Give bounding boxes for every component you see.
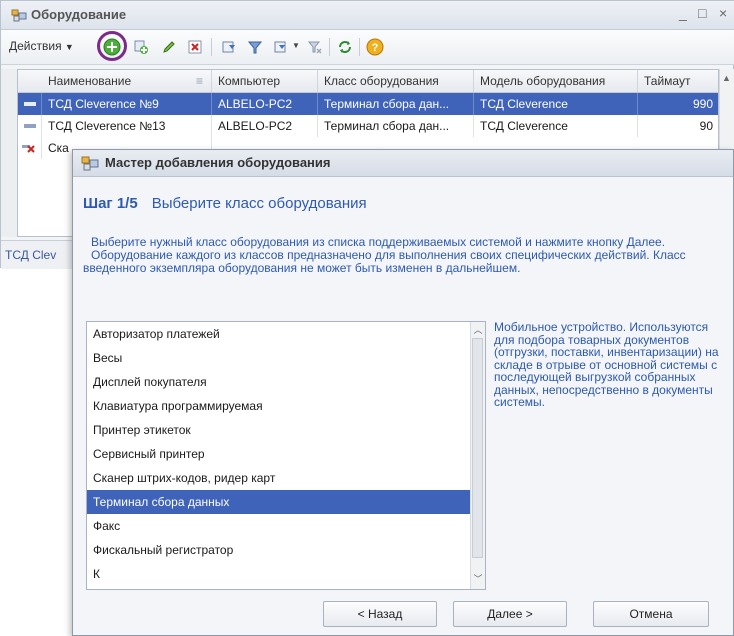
add-button[interactable] [102, 37, 122, 57]
scroll-up-icon: ▲ [722, 73, 731, 83]
step-label: Шаг 1/5 [83, 195, 138, 212]
toolbar-separator [211, 38, 212, 56]
marked-deletion-icon [22, 145, 35, 153]
equipment-class-list[interactable]: Авторизатор платежей Весы Дисплей покупа… [86, 321, 486, 590]
step-header: Шаг 1/5 Выберите класс оборудования [83, 195, 367, 212]
table-header: Наименование ≡ Компьютер Класс оборудован… [18, 70, 718, 93]
help-icon: ? [366, 38, 384, 56]
column-header-computer[interactable]: Компьютер [212, 70, 318, 92]
sort-icon: ≡ [195, 74, 203, 88]
class-description: Мобильное устройство. Используются для п… [494, 320, 719, 409]
filter-icon [222, 41, 235, 53]
row-state-cell [18, 115, 42, 137]
filter-dropdown-icon [274, 41, 286, 53]
cell-class: Терминал сбора дан... [318, 115, 474, 137]
list-item[interactable]: Сервисный принтер [87, 442, 471, 466]
cell-name: ТСД Cleverence №9 [42, 93, 212, 115]
filter-button[interactable] [219, 37, 239, 57]
copy-add-icon [134, 40, 148, 54]
column-header-class[interactable]: Класс оборудования [318, 70, 474, 92]
scroll-up-icon[interactable]: ︿ [473, 325, 483, 335]
dialog-title: Мастер добавления оборудования [105, 155, 331, 170]
row-marker-column [1, 69, 18, 237]
table-row[interactable]: ТСД Cleverence №13 ALBELO-PC2 Терминал с… [18, 115, 718, 137]
dialog-titlebar: Мастер добавления оборудования [73, 150, 733, 177]
column-header-name[interactable]: Наименование ≡ [42, 70, 212, 92]
close-button[interactable]: × [719, 5, 727, 21]
help-button[interactable]: ? [365, 37, 385, 57]
list-item[interactable]: Авторизатор платежей [87, 322, 471, 346]
column-header-timeout[interactable]: Таймаут [638, 70, 718, 92]
list-item[interactable]: Дисплей покупателя [87, 370, 471, 394]
scroll-down-icon[interactable]: ﹀ [473, 574, 483, 584]
window-titlebar: Оборудование _ □ × [1, 1, 734, 30]
cell-model: ТСД Cleverence [474, 93, 638, 115]
refresh-button[interactable] [335, 37, 355, 57]
list-item[interactable]: Факс [87, 514, 471, 538]
row-state-icon [24, 124, 36, 128]
step-description: Выберите нужный класс оборудования из сп… [83, 236, 723, 275]
scrollbar-thumb[interactable] [472, 338, 483, 558]
add-circle-icon [103, 38, 121, 56]
edit-button[interactable] [159, 37, 179, 57]
cell-model: ТСД Cleverence [474, 115, 638, 137]
maximize-button[interactable]: □ [698, 5, 706, 21]
filter-list-button[interactable] [245, 37, 265, 57]
back-button[interactable]: < Назад [323, 601, 437, 627]
status-text: ТСД Clev [5, 248, 57, 262]
copy-button[interactable] [131, 37, 151, 57]
cell-class: Терминал сбора дан... [318, 93, 474, 115]
actions-menu[interactable]: Действия ▼ [9, 39, 74, 53]
filter-list-icon [247, 41, 263, 54]
list-item[interactable]: Принтер этикеток [87, 418, 471, 442]
delete-button[interactable] [185, 37, 205, 57]
column-header-model[interactable]: Модель оборудования [474, 70, 638, 92]
cell-name: ТСД Cleverence №13 [42, 115, 212, 137]
equipment-icon [11, 9, 27, 22]
cell-computer: ALBELO-PC2 [212, 115, 318, 137]
minimize-button[interactable]: _ [679, 5, 687, 21]
row-state-cell [18, 137, 42, 159]
refresh-icon [339, 41, 351, 53]
help-glyph: ? [372, 42, 379, 54]
toolbar: Действия ▼ ▼ ? [1, 30, 734, 65]
list-scrollbar[interactable]: ︿ ﹀ [470, 322, 485, 589]
column-header-label: Модель оборудования [480, 74, 606, 88]
column-header-label: Наименование [48, 74, 132, 88]
list-item[interactable]: Фискальный регистратор [87, 538, 471, 562]
filter-clear-icon [307, 41, 322, 54]
wizard-icon [81, 156, 99, 171]
filter-clear-button[interactable] [305, 37, 325, 57]
actions-label: Действия [9, 39, 62, 53]
row-state-icon [24, 102, 36, 106]
cell-timeout: 990 [638, 93, 718, 115]
delete-x-icon [188, 40, 202, 54]
list-item-selected[interactable]: Терминал сбора данных [87, 490, 471, 514]
row-state-cell [18, 93, 42, 115]
window-title: Оборудование [31, 7, 127, 22]
add-equipment-wizard: Мастер добавления оборудования Шаг 1/5 Вы… [72, 149, 734, 636]
column-header-label: Класс оборудования [324, 74, 439, 88]
list-item[interactable]: Сканер штрих-кодов, ридер карт [87, 466, 471, 490]
filter-dropdown-button[interactable] [271, 37, 291, 57]
filter-dropdown-arrow-icon: ▼ [292, 41, 300, 50]
next-button[interactable]: Далее > [453, 601, 567, 627]
table-row[interactable]: ТСД Cleverence №9 ALBELO-PC2 Терминал сб… [18, 93, 718, 115]
cell-timeout: 90 [638, 115, 718, 137]
edit-pencil-icon [163, 41, 175, 53]
list-item[interactable]: К [87, 562, 471, 586]
description-paragraph-2: Оборудование каждого из классов предназн… [83, 248, 686, 275]
toolbar-separator [329, 38, 330, 56]
column-header-label: Таймаут [644, 74, 691, 88]
column-header-label: Компьютер [218, 74, 281, 88]
cancel-button[interactable]: Отмена [593, 601, 709, 627]
dropdown-arrow-icon: ▼ [64, 42, 74, 52]
cell-computer: ALBELO-PC2 [212, 93, 318, 115]
list-item[interactable]: Клавиатура программируемая [87, 394, 471, 418]
list-item[interactable]: Весы [87, 346, 471, 370]
toolbar-separator [359, 38, 360, 56]
step-title: Выберите класс оборудования [151, 195, 367, 212]
